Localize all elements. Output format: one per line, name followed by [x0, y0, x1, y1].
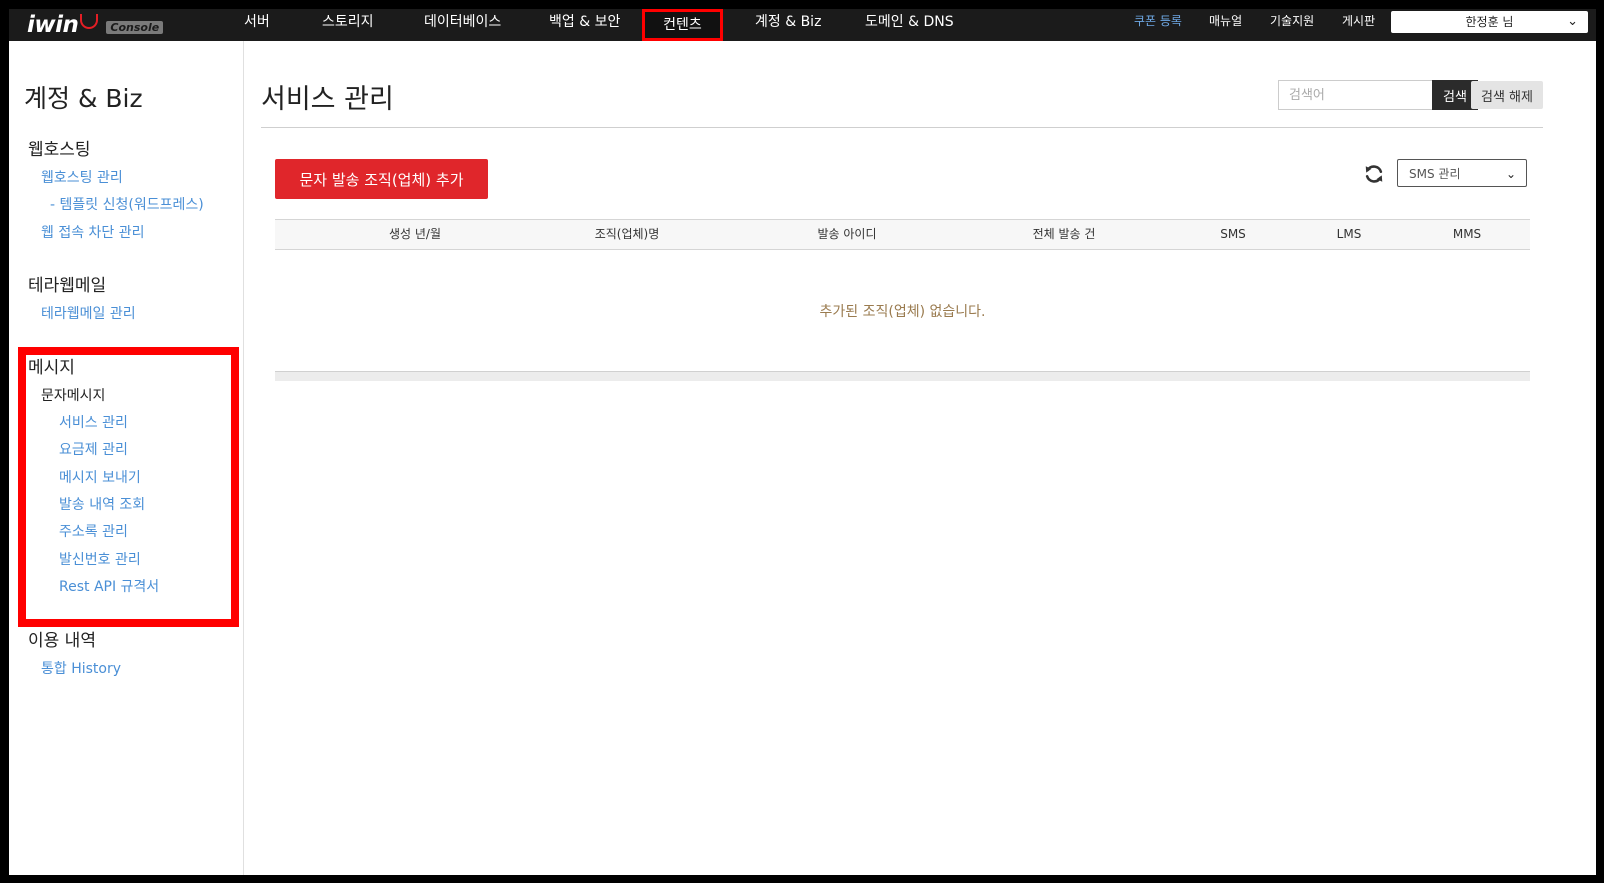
sidebar-heading-webhosting: 웹호스팅 — [28, 140, 91, 160]
console-window: iwin Console 서버 스토리지 데이터베이스 백업 & 보안 컨텐츠 … — [9, 9, 1596, 875]
support-link[interactable]: 기술지원 — [1270, 9, 1314, 34]
nav-database[interactable]: 데이터베이스 — [424, 9, 501, 41]
console-badge: Console — [106, 20, 164, 34]
user-menu[interactable]: 한정훈 님 ⌄ — [1391, 11, 1588, 33]
sidebar-item-terawebmail-manage[interactable]: 테라웹메일 관리 — [41, 303, 136, 323]
column-lms[interactable]: LMS — [1337, 220, 1362, 249]
nav-server[interactable]: 서버 — [244, 9, 270, 41]
column-sender-id[interactable]: 발송 아이디 — [817, 220, 876, 249]
nav-backup-security[interactable]: 백업 & 보안 — [549, 9, 620, 41]
chevron-down-icon: ⌄ — [1567, 14, 1578, 29]
clear-search-button[interactable]: 검색 해제 — [1471, 81, 1543, 109]
logo-text: iwin — [27, 12, 79, 38]
chevron-down-icon: ⌄ — [1505, 167, 1516, 181]
search-bar: 검색 — [1278, 80, 1478, 110]
manual-link[interactable]: 매뉴얼 — [1209, 9, 1242, 34]
logo-mark-icon — [80, 13, 99, 29]
logo[interactable]: iwin Console — [27, 12, 164, 38]
table-header: 생성 년/월 조직(업체)명 발송 아이디 전체 발송 건 SMS LMS MM… — [275, 219, 1530, 250]
sidebar-item-webhosting-manage[interactable]: 웹호스팅 관리 — [41, 167, 123, 187]
nav-domain-dns[interactable]: 도메인 & DNS — [865, 9, 954, 41]
title-divider — [261, 127, 1543, 128]
sidebar-title: 계정 & Biz — [24, 84, 143, 113]
column-organization-name[interactable]: 조직(업체)명 — [595, 220, 660, 249]
sms-filter-select[interactable]: SMS 관리 ⌄ — [1397, 159, 1527, 187]
sidebar-heading-usage: 이용 내역 — [28, 631, 96, 651]
sidebar-item-web-block[interactable]: 웹 접속 차단 관리 — [41, 222, 145, 242]
sms-filter-value: SMS 관리 — [1409, 167, 1461, 181]
column-created-month[interactable]: 생성 년/월 — [389, 220, 441, 249]
column-total-sent[interactable]: 전체 발송 건 — [1033, 220, 1096, 249]
sidebar-heading-terawebmail: 테라웹메일 — [28, 276, 107, 296]
nav-storage[interactable]: 스토리지 — [322, 9, 374, 41]
organization-table: 생성 년/월 조직(업체)명 발송 아이디 전체 발송 건 SMS LMS MM… — [275, 219, 1530, 381]
sidebar-item-template-request[interactable]: - 템플릿 신청(워드프레스) — [50, 194, 204, 214]
table-footer — [275, 371, 1530, 381]
highlight-box — [18, 347, 239, 627]
column-sms[interactable]: SMS — [1220, 220, 1246, 249]
nav-contents[interactable]: 컨텐츠 — [642, 9, 723, 41]
top-navigation: iwin Console 서버 스토리지 데이터베이스 백업 & 보안 컨텐츠 … — [9, 9, 1596, 41]
user-name: 한정훈 님 — [1465, 15, 1514, 29]
add-organization-button[interactable]: 문자 발송 조직(업체) 추가 — [275, 159, 488, 199]
search-input[interactable] — [1278, 80, 1432, 110]
sidebar: 계정 & Biz 웹호스팅 웹호스팅 관리 - 템플릿 신청(워드프레스) 웹 … — [9, 41, 244, 875]
board-link[interactable]: 게시판 — [1342, 9, 1375, 34]
column-mms[interactable]: MMS — [1453, 220, 1481, 249]
coupon-link[interactable]: 쿠폰 등록 — [1134, 9, 1182, 34]
refresh-icon[interactable] — [1363, 163, 1385, 185]
sidebar-item-history[interactable]: 통합 History — [41, 658, 121, 678]
empty-table-message: 추가된 조직(업체) 없습니다. — [819, 304, 986, 320]
page-title: 서비스 관리 — [261, 84, 394, 115]
nav-account-biz[interactable]: 계정 & Biz — [755, 9, 821, 41]
